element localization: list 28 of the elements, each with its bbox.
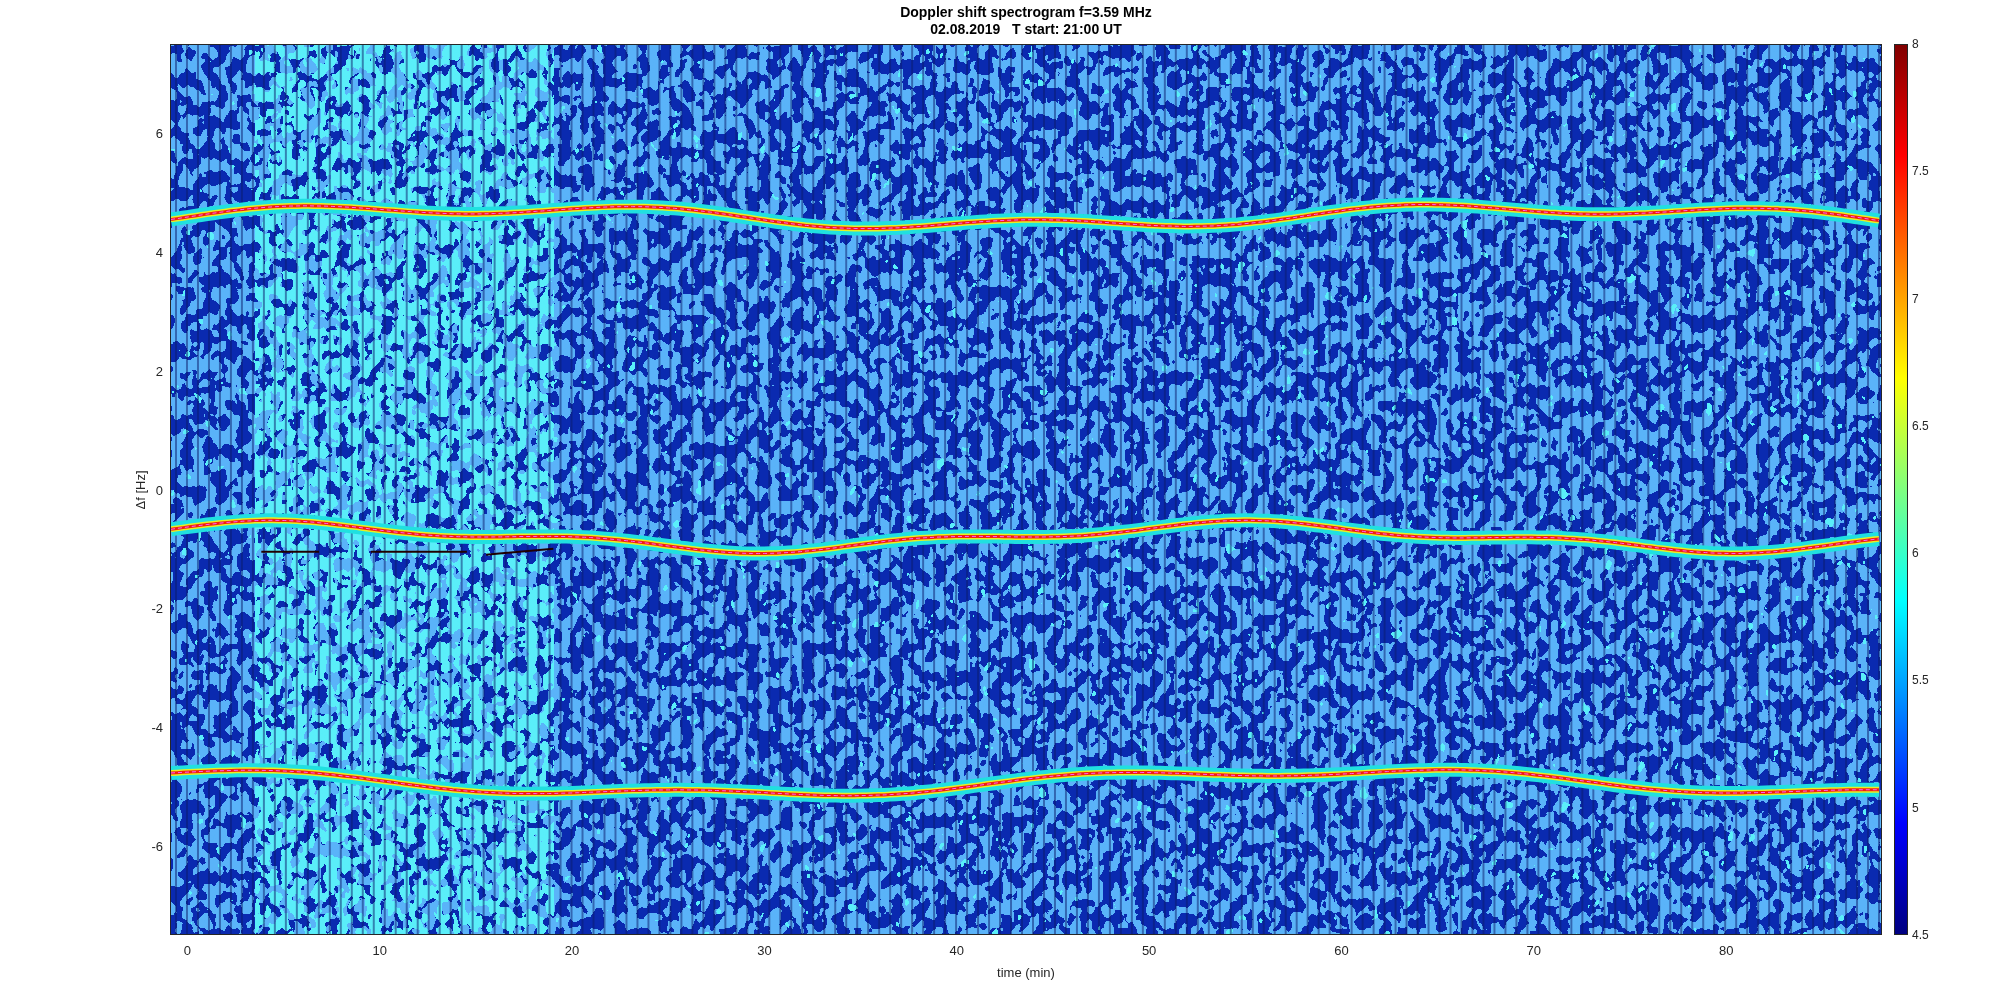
x-tick-label: 70: [1526, 943, 1542, 958]
chart-title: 02.08.2019 T start: 21:00 UT: [930, 21, 1122, 38]
y-tick-label: 2: [155, 363, 163, 379]
colorbar-tick-label: 6.5: [1912, 418, 1929, 433]
colorbar-tick-label: 6: [1912, 546, 1919, 561]
y-axis-label: Δf [Hz]: [132, 470, 148, 509]
y-tick-label: -4: [151, 719, 163, 735]
y-tick-label: -6: [151, 838, 163, 854]
x-tick-label: 40: [949, 943, 964, 958]
y-tick-label: 6: [155, 125, 163, 141]
x-tick-label: 80: [1718, 943, 1734, 958]
colorbar-tick-label: 5.5: [1912, 673, 1929, 688]
colorbar-tick-label: 7.5: [1912, 164, 1929, 179]
x-axis-label: time (min): [997, 965, 1055, 980]
x-tick-label: 30: [757, 943, 772, 958]
chart-title: Doppler shift spectrogram f=3.59 MHz: [900, 4, 1152, 21]
colorbar-tick-label: 5: [1912, 800, 1919, 815]
y-tick-label: -2: [151, 600, 163, 616]
colorbar-tick-label: 8: [1912, 37, 1919, 51]
y-tick-label: 0: [155, 482, 163, 497]
x-tick-label: 60: [1334, 943, 1349, 958]
x-tick-label: 20: [564, 943, 580, 958]
y-tick-label: 4: [155, 244, 163, 260]
colorbar-tick-label: 7: [1912, 291, 1919, 306]
x-tick-label: 50: [1141, 943, 1157, 958]
colorbar-tick-label: 4.5: [1912, 928, 1929, 942]
x-tick-label: 10: [372, 943, 387, 958]
x-tick-label: 0: [183, 943, 191, 958]
